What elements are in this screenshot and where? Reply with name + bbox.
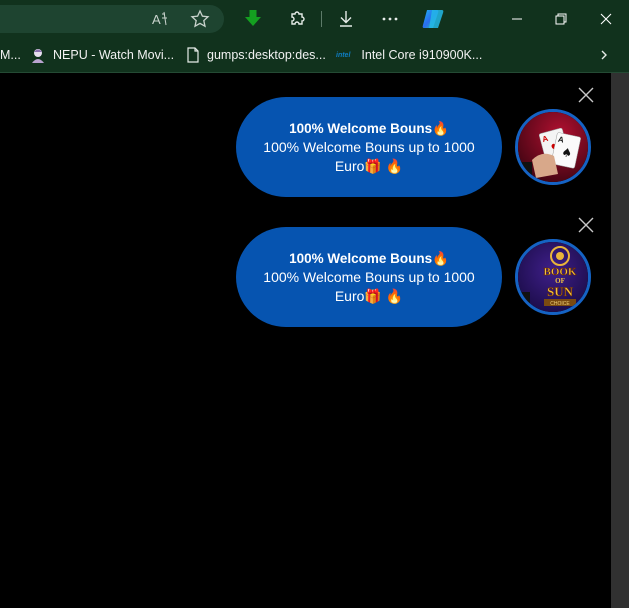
- anime-avatar-icon: [30, 47, 46, 63]
- close-notification-button[interactable]: [576, 217, 596, 237]
- bookmark-item-gumps[interactable]: gumps:desktop:des...: [186, 38, 326, 72]
- close-icon: [578, 217, 594, 238]
- close-notification-button[interactable]: [576, 87, 596, 107]
- page-content: 100% Welcome Bouns🔥 100% Welcome Bouns u…: [0, 73, 611, 608]
- downloads-icon[interactable]: [335, 8, 357, 30]
- download-arrow-icon[interactable]: [242, 8, 264, 30]
- intel-logo-icon: intel: [336, 51, 351, 59]
- notification-title: 100% Welcome Bouns🔥: [289, 250, 449, 266]
- copilot-icon[interactable]: [419, 6, 447, 32]
- bookmark-label: M...: [0, 48, 21, 62]
- svg-text:A: A: [152, 12, 161, 27]
- read-aloud-icon[interactable]: A: [149, 8, 171, 30]
- bookmark-label: Intel Core i910900K...: [361, 48, 483, 62]
- notification-2[interactable]: 100% Welcome Bouns🔥 100% Welcome Bouns u…: [0, 203, 611, 327]
- browser-toolbar: A: [0, 0, 629, 38]
- favorite-star-icon[interactable]: [189, 8, 211, 30]
- notification-bubble[interactable]: 100% Welcome Bouns🔥 100% Welcome Bouns u…: [236, 97, 502, 197]
- bookmark-item-intel[interactable]: intel Intel Core i910900K...: [336, 38, 482, 72]
- avatar-text: SUN: [547, 284, 574, 299]
- close-icon: [578, 87, 594, 108]
- page-scrollbar[interactable]: [611, 73, 629, 608]
- bookmarks-overflow-chevron-icon[interactable]: [598, 38, 610, 72]
- restore-icon[interactable]: [550, 8, 572, 30]
- toolbar-separator: [321, 11, 322, 27]
- notification-bubble[interactable]: 100% Welcome Bouns🔥 100% Welcome Bouns u…: [236, 227, 502, 327]
- casino-cards-avatar[interactable]: A ♥ A ♠: [515, 109, 591, 185]
- extensions-icon[interactable]: [286, 8, 308, 30]
- bookmark-label: gumps:desktop:des...: [207, 48, 326, 62]
- minimize-icon[interactable]: [506, 8, 528, 30]
- book-of-sun-avatar[interactable]: BOOK OF SUN CHOICE: [515, 239, 591, 315]
- close-window-icon[interactable]: [595, 8, 617, 30]
- bookmark-item-nepu[interactable]: NEPU - Watch Movi...: [30, 38, 174, 72]
- avatar-text: CHOICE: [550, 301, 570, 307]
- notification-title: 100% Welcome Bouns🔥: [289, 120, 449, 136]
- notification-body: 100% Welcome Bouns up to 1000 Euro🎁 🔥: [263, 138, 475, 174]
- page-icon: [186, 47, 200, 63]
- bookmark-label: NEPU - Watch Movi...: [53, 48, 175, 62]
- bookmarks-bar: M... NEPU - Watch Movi... gumps:desktop:…: [0, 38, 629, 73]
- notification-body: 100% Welcome Bouns up to 1000 Euro🎁 🔥: [263, 268, 475, 304]
- more-icon[interactable]: [379, 8, 401, 30]
- bookmark-item[interactable]: M...: [0, 38, 21, 72]
- notification-1[interactable]: 100% Welcome Bouns🔥 100% Welcome Bouns u…: [0, 73, 611, 197]
